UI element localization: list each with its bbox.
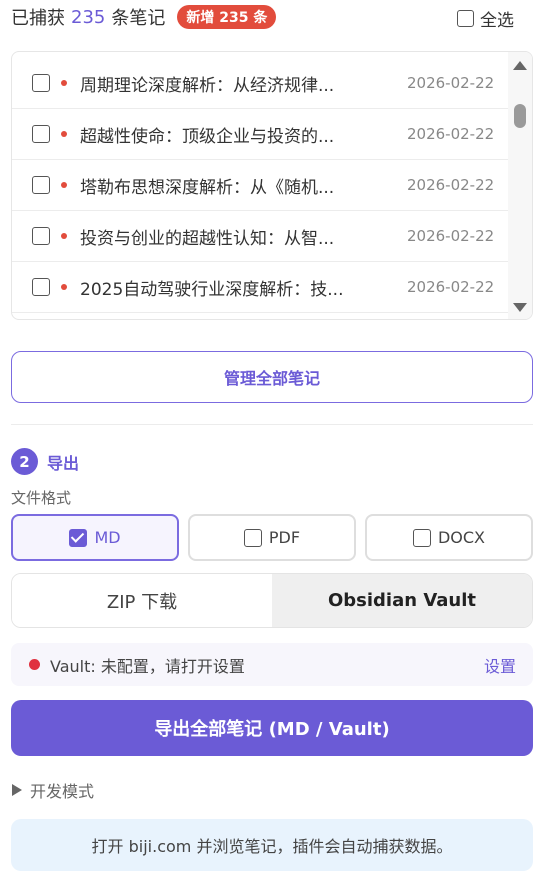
note-checkbox[interactable] [32, 125, 50, 143]
captured-suffix: 条笔记 [111, 8, 166, 29]
select-all-checkbox[interactable]: 全选 [457, 6, 514, 31]
note-date: 2026-02-22 [407, 125, 495, 143]
note-checkbox[interactable] [32, 278, 50, 296]
checkbox-icon[interactable] [457, 10, 474, 27]
note-date: 2026-02-22 [407, 176, 495, 194]
note-title: 2025自动驾驶行业深度解析：技... [80, 279, 344, 300]
manage-all-notes-button[interactable]: 管理全部笔记 [11, 351, 533, 403]
notes-list: 周期理论深度解析：从经济规律... 2026-02-22 超越性使命：顶级企业与… [11, 51, 533, 320]
format-option-md[interactable]: MD [11, 514, 179, 561]
format-option-pdf[interactable]: PDF [188, 514, 356, 561]
list-item[interactable]: 周期理论深度解析：从经济规律... 2026-02-22 [12, 58, 509, 109]
list-item[interactable]: 2025自动驾驶行业深度解析：技... 2026-02-22 [12, 262, 509, 313]
status-error-dot [29, 659, 40, 670]
note-title: 超越性使命：顶级企业与投资的... [80, 126, 335, 147]
file-format-label: 文件格式 [11, 489, 72, 507]
list-item[interactable]: 超越性使命：顶级企业与投资的... 2026-02-22 [12, 109, 509, 160]
vault-status-text: Vault: 未配置，请打开设置 [50, 656, 245, 676]
note-date: 2026-02-22 [407, 227, 495, 245]
captured-summary: 已捕获 235 条笔记 新增 235 条 [11, 4, 277, 30]
note-checkbox[interactable] [32, 176, 50, 194]
info-message: 打开 biji.com 并浏览笔记，插件会自动捕获数据。 [11, 819, 533, 871]
step-label: 导出 [47, 453, 80, 473]
vault-status-bar: Vault: 未配置，请打开设置 设置 [11, 643, 533, 686]
checkbox-icon[interactable] [243, 528, 262, 547]
scroll-down-arrow-icon[interactable] [513, 303, 527, 312]
vault-settings-link[interactable]: 设置 [484, 653, 516, 677]
dev-mode-toggle[interactable]: 开发模式 [12, 778, 94, 802]
checkbox-checked-icon[interactable] [69, 528, 88, 547]
note-checkbox[interactable] [32, 74, 50, 92]
captured-prefix: 已捕获 [11, 8, 65, 29]
disclosure-triangle-icon [12, 784, 22, 796]
list-scrollbar[interactable] [508, 52, 532, 319]
note-title: 周期理论深度解析：从经济规律... [80, 75, 335, 96]
note-date: 2026-02-22 [407, 278, 495, 296]
scrollbar-thumb[interactable] [514, 104, 526, 128]
select-all-label: 全选 [480, 11, 514, 31]
export-target-toggle: ZIP 下载 Obsidian Vault [11, 573, 533, 628]
note-checkbox[interactable] [32, 227, 50, 245]
checkbox-icon[interactable] [412, 528, 431, 547]
obsidian-vault-option[interactable]: Obsidian Vault [272, 574, 532, 627]
list-item[interactable]: 塔勒布思想深度解析：从《随机... 2026-02-22 [12, 160, 509, 211]
format-label: DOCX [437, 528, 486, 547]
new-indicator-dot [61, 182, 67, 188]
note-date: 2026-02-22 [407, 74, 495, 92]
export-all-button[interactable]: 导出全部笔记 (MD / Vault) [11, 700, 533, 756]
scroll-up-arrow-icon[interactable] [513, 61, 527, 70]
new-indicator-dot [61, 80, 67, 86]
new-notes-badge: 新增 235 条 [177, 5, 277, 29]
list-item[interactable]: 投资与创业的超越性认知：从智... 2026-02-22 [12, 211, 509, 262]
new-indicator-dot [61, 131, 67, 137]
captured-count: 235 [71, 6, 106, 28]
export-step-heading: 2 导出 [11, 448, 79, 475]
note-title: 塔勒布思想深度解析：从《随机... [80, 177, 335, 198]
zip-download-option[interactable]: ZIP 下载 [12, 574, 272, 627]
format-label: MD [94, 528, 121, 547]
dev-mode-label: 开发模式 [30, 782, 95, 801]
format-label: PDF [268, 528, 301, 547]
capture-summary-header: 已捕获 235 条笔记 新增 235 条 全选 [11, 0, 532, 34]
step-number-badge: 2 [11, 448, 38, 475]
new-indicator-dot [61, 233, 67, 239]
format-option-docx[interactable]: DOCX [365, 514, 533, 561]
section-divider [11, 424, 533, 425]
note-title: 投资与创业的超越性认知：从智... [80, 228, 335, 249]
new-indicator-dot [61, 284, 67, 290]
